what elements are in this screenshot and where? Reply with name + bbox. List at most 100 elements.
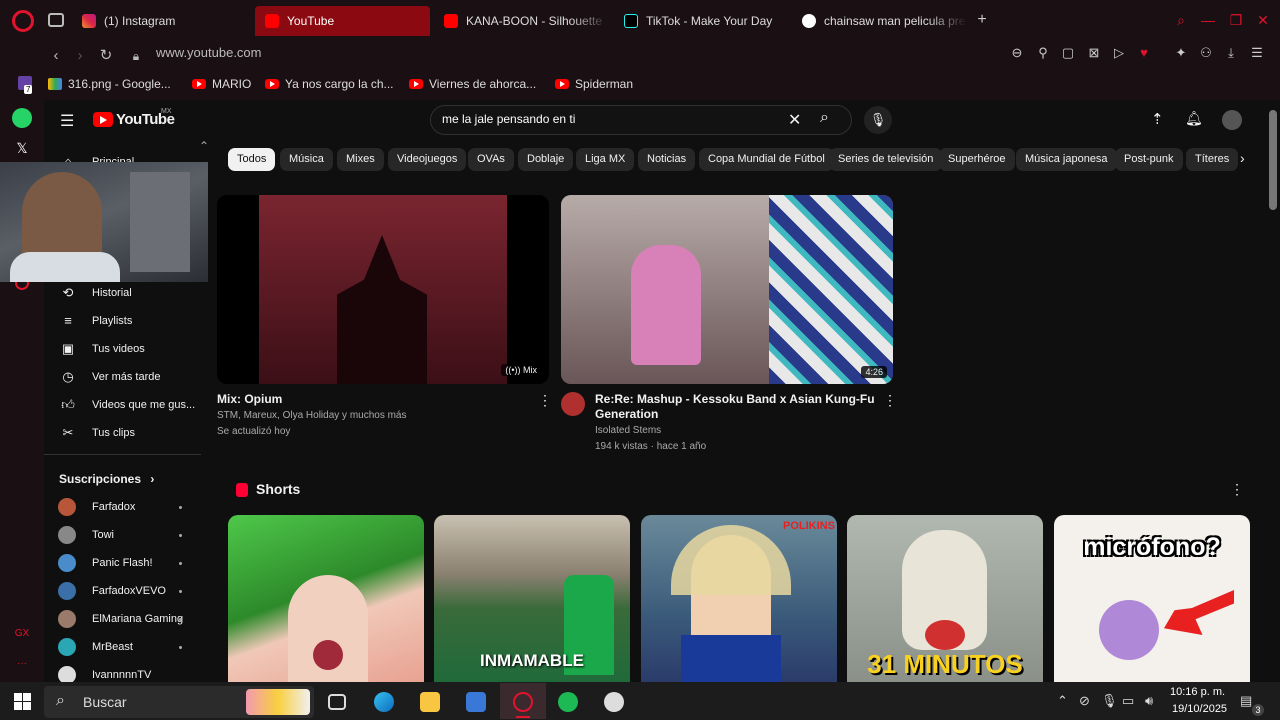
whatsapp-icon[interactable] <box>12 108 32 128</box>
windows-start-icon[interactable] <box>14 693 31 710</box>
bookmark-item[interactable]: Ya nos cargo la ch... <box>265 77 394 91</box>
search-tabs-icon[interactable]: ⌕ <box>1171 10 1191 30</box>
short-thumbnail[interactable]: 31 MINUTOS <box>847 515 1043 685</box>
bookmark-item[interactable]: 316.png - Google... <box>48 77 171 91</box>
nav-item-clips[interactable]: ✂ Tus clips <box>60 421 135 445</box>
avatar[interactable] <box>1222 110 1242 130</box>
more-icon[interactable]: ··· <box>12 658 32 678</box>
chip[interactable]: Series de televisión <box>829 148 943 171</box>
chip[interactable]: Doblaje <box>518 148 574 171</box>
nav-item-your-videos[interactable]: ▣ Tus videos <box>60 337 145 361</box>
short-thumbnail[interactable]: INMAMABLE <box>434 515 630 685</box>
zoom-out-icon[interactable]: ⊖ <box>1008 44 1026 62</box>
chip[interactable]: Noticias <box>638 148 696 171</box>
video-thumbnail[interactable]: 4:26 <box>561 195 893 384</box>
upload-icon[interactable]: ⇡ <box>1151 110 1164 128</box>
edge-icon[interactable] <box>374 692 394 712</box>
network-off-icon[interactable]: ⊘ <box>1079 693 1090 709</box>
tab-kana-boon[interactable]: KANA-BOON - Silhouette <box>434 6 610 36</box>
taskbar-search-placeholder[interactable]: Buscar <box>83 694 127 710</box>
network-icon[interactable]: ▭ <box>1122 693 1134 709</box>
tab-google[interactable]: chainsaw man pelicula pre <box>792 6 967 36</box>
subscriptions-heading[interactable]: Suscripciones › <box>59 472 154 486</box>
opera-logo-icon[interactable] <box>12 10 34 32</box>
spotify-icon[interactable] <box>558 692 578 712</box>
scrollbar-thumb[interactable] <box>1269 110 1277 210</box>
minimize-button[interactable]: — <box>1198 10 1218 30</box>
more-options-icon[interactable]: ⋮ <box>538 392 552 409</box>
chip[interactable]: Mixes <box>337 148 384 171</box>
nav-item-watch-later[interactable]: ◷ Ver más tarde <box>60 365 160 389</box>
chip[interactable]: Todos <box>228 148 276 171</box>
opera-gx-task-active[interactable] <box>500 683 546 719</box>
back-button[interactable]: ‹ <box>46 46 66 66</box>
microsoft-store-icon[interactable] <box>466 692 486 712</box>
tab-instagram[interactable]: (1) Instagram <box>72 6 252 36</box>
microphone-tray-icon[interactable]: 🎙︎ <box>1101 693 1118 709</box>
bookmark-item[interactable]: Spiderman <box>555 77 633 91</box>
subscription-item[interactable]: Panic Flash! <box>58 552 188 574</box>
player-icon[interactable]: ▷ <box>1110 44 1128 62</box>
show-hidden-icons[interactable]: ⌃ <box>1057 693 1068 709</box>
bookmark-item[interactable]: Viernes de ahorca... <box>409 77 536 91</box>
subscription-item[interactable]: FarfadoxVEVO <box>58 580 188 602</box>
guide-menu-icon[interactable]: ☰ <box>60 111 74 131</box>
more-options-icon[interactable]: ⋮ <box>883 392 897 409</box>
menu-icon[interactable]: ☰ <box>1248 44 1266 62</box>
collapse-arrow-icon[interactable]: ⌃ <box>199 139 209 153</box>
channel-name[interactable]: Isolated Stems <box>595 424 661 438</box>
tab-tiktok[interactable]: TikTok - Make Your Day <box>614 6 790 36</box>
nav-item-liked-videos[interactable]: 👍︎ Videos que me gus... <box>60 393 195 417</box>
short-thumbnail[interactable]: micrófono? <box>1054 515 1250 685</box>
video-title[interactable]: Mix: Opium <box>217 392 282 407</box>
nav-item-historial[interactable]: ⟲ Historial <box>60 281 132 305</box>
video-title-line[interactable]: Re:Re: Mashup - Kessoku Band x Asian Kun… <box>595 392 875 407</box>
obs-icon[interactable] <box>604 692 624 712</box>
subscription-item[interactable]: Farfadox <box>58 496 188 518</box>
new-tab-button[interactable]: + <box>972 10 992 30</box>
bookmark-item[interactable]: MARIO <box>192 77 251 91</box>
chip[interactable]: Música <box>280 148 333 171</box>
search-icon[interactable]: ⌕ <box>820 109 829 127</box>
tab-youtube[interactable]: YouTube <box>255 6 430 36</box>
chip[interactable]: Música japonesa <box>1016 148 1117 171</box>
profile-icon[interactable]: ⚇ <box>1197 44 1215 62</box>
gx-icon[interactable]: GX <box>12 628 32 648</box>
video-title-line[interactable]: Generation <box>595 407 658 422</box>
short-thumbnail[interactable]: POLIKINS <box>641 515 837 685</box>
notifications-center-icon[interactable]: ▤ <box>1240 693 1252 709</box>
clock-date[interactable]: 19/10/2025 <box>1172 703 1227 715</box>
chip[interactable]: Post-punk <box>1115 148 1183 171</box>
x-twitter-icon[interactable]: 𝕏 <box>12 138 32 158</box>
tab-islands-icon[interactable] <box>48 13 64 27</box>
heart-icon[interactable]: ♥ <box>1135 44 1153 62</box>
maximize-button[interactable]: ❐ <box>1226 10 1246 30</box>
pin-icon[interactable]: ⚲ <box>1034 44 1052 62</box>
chip[interactable]: Copa Mundial de Fútbol <box>699 148 834 171</box>
file-explorer-icon[interactable] <box>420 692 440 712</box>
search-input[interactable]: me la jale pensando en ti <box>442 112 575 126</box>
task-view-icon[interactable] <box>328 694 346 710</box>
extensions-icon[interactable]: ✦ <box>1172 44 1190 62</box>
microphone-icon[interactable]: 🎙︎ <box>864 106 892 134</box>
chip[interactable]: Superhéroe <box>939 148 1015 171</box>
snapshot-icon[interactable]: ▢ <box>1059 44 1077 62</box>
chip[interactable]: OVAs <box>468 148 514 171</box>
notifications-icon[interactable]: 🔔︎ <box>1185 110 1203 127</box>
nav-item-playlists[interactable]: ≡ Playlists <box>60 309 132 333</box>
volume-icon[interactable]: 🔊︎ <box>1145 693 1153 709</box>
clock-time[interactable]: 10:16 p. m. <box>1170 686 1225 698</box>
close-window-button[interactable]: ✕ <box>1253 10 1273 30</box>
video-thumbnail[interactable]: ((•)) Mix <box>217 195 549 384</box>
download-icon[interactable]: ⤓ <box>1222 44 1240 62</box>
channel-avatar[interactable] <box>561 392 585 416</box>
page-scrollbar[interactable] <box>1266 100 1280 682</box>
shorts-menu-icon[interactable]: ⋮ <box>1230 481 1244 498</box>
short-thumbnail[interactable] <box>228 515 424 685</box>
subscription-item[interactable]: MrBeast <box>58 636 188 658</box>
chip[interactable]: Videojuegos <box>388 148 467 171</box>
chip[interactable]: Liga MX <box>576 148 635 171</box>
subscription-item[interactable]: Towi <box>58 524 188 546</box>
url-field[interactable]: www.youtube.com <box>156 45 262 60</box>
chips-next-icon[interactable]: › <box>1240 150 1245 166</box>
